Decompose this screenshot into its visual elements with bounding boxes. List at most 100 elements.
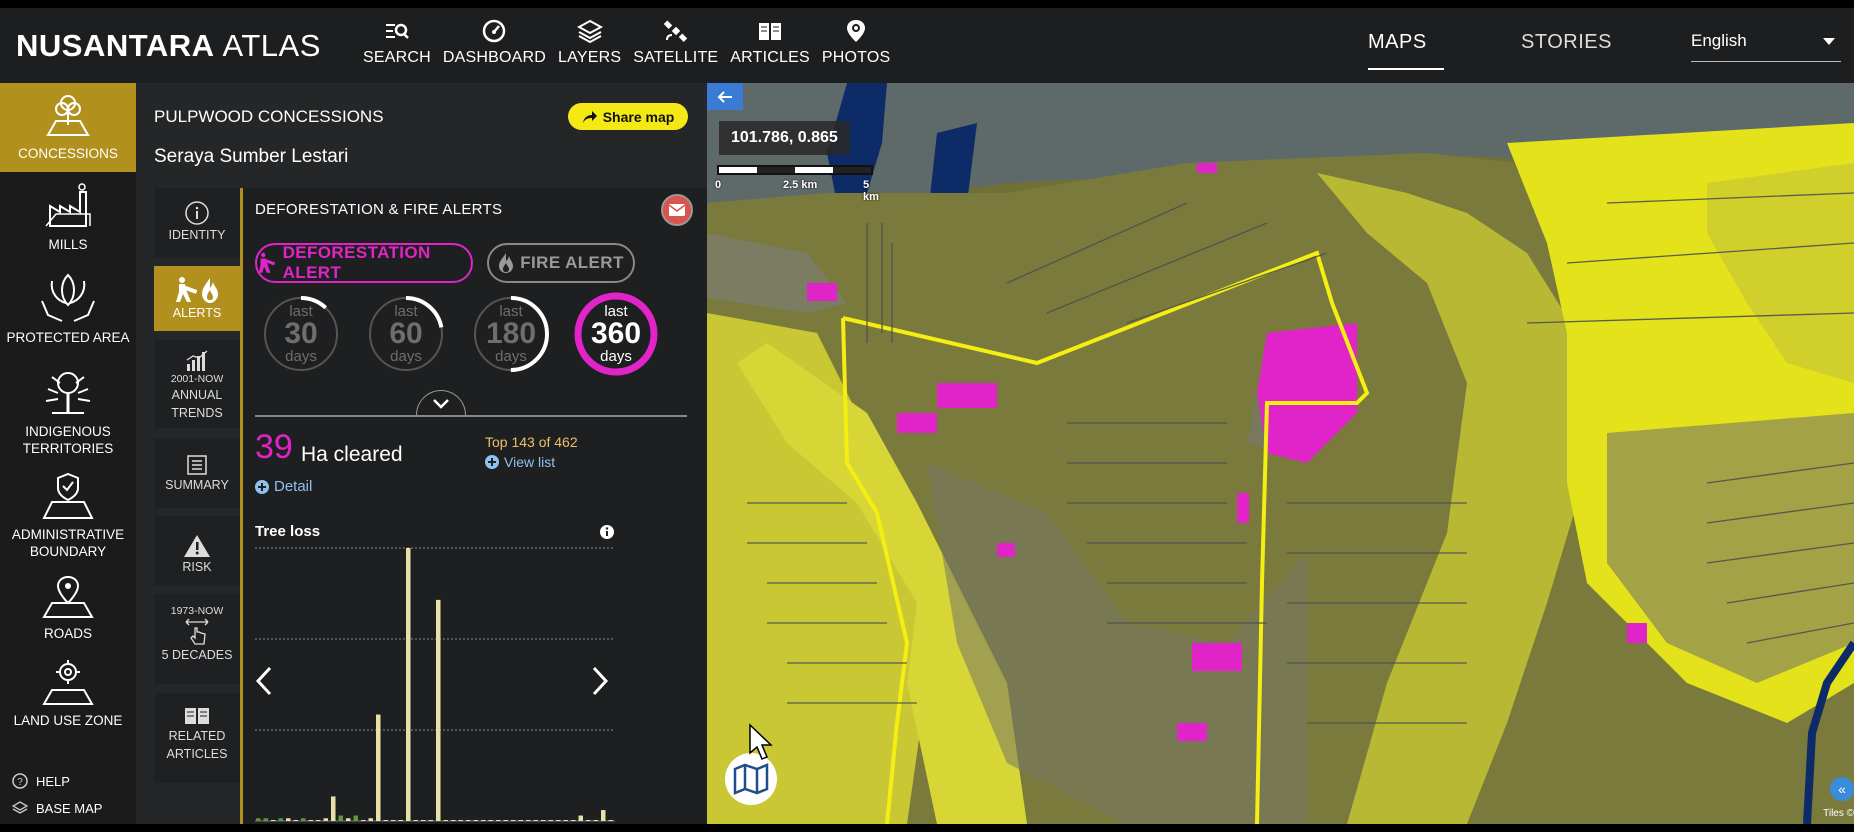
period-360-days[interactable]: last 360 days — [570, 288, 662, 380]
tree-loss-bar — [608, 820, 613, 821]
brand-logo[interactable]: NUSANTARA ATLAS — [16, 28, 321, 64]
scale-bar: 0 2.5 km 5 km — [715, 165, 879, 203]
info-circle-icon — [185, 201, 209, 225]
tree-loss-bar — [293, 820, 298, 821]
bottom-edge — [0, 824, 1854, 832]
nav-articles-label: ARTICLES — [730, 49, 810, 66]
collapse-panel-button[interactable] — [707, 83, 743, 110]
leftnav-label: MILLS — [48, 237, 88, 252]
fire-alert-tab[interactable]: FIRE ALERT — [487, 243, 635, 283]
maps-link[interactable]: MAPS — [1368, 31, 1427, 54]
hands-leaf-icon — [41, 273, 95, 322]
subnav-label: SUMMARY — [165, 478, 229, 492]
gauge-icon — [483, 19, 506, 43]
help-link[interactable]: ? HELP — [12, 773, 70, 789]
tree-loss-bar — [443, 820, 448, 821]
scale-label: 0 — [715, 179, 722, 191]
tree-loss-bar — [601, 810, 606, 821]
nav-search-label: SEARCH — [363, 49, 431, 66]
alerts-chainsaw-fire-icon — [176, 277, 218, 303]
layers-small-icon — [12, 801, 28, 814]
map-canvas[interactable] — [707, 83, 1854, 824]
language-select[interactable]: English — [1691, 28, 1841, 62]
period-value: 360 — [590, 317, 642, 350]
tree-loss-bar — [488, 820, 493, 821]
nav-articles-button[interactable]: ARTICLES — [730, 18, 810, 67]
leftnav-label: INDIGENOUS TERRITORIES — [22, 424, 114, 456]
subnav-label: IDENTITY — [168, 228, 226, 242]
share-map-button[interactable]: Share map — [568, 103, 688, 130]
subnav-annual-trends[interactable]: 2001-NOW ANNUAL TRENDS — [154, 340, 240, 428]
detail-link[interactable]: Detail — [255, 478, 312, 495]
tree-loss-bar — [586, 820, 591, 821]
subnav-risk[interactable]: RISK — [154, 516, 240, 586]
basemap-label: BASE MAP — [36, 800, 103, 816]
leftnav-mills[interactable]: MILLS — [0, 182, 136, 262]
nav-search-button[interactable]: SEARCH — [363, 18, 431, 67]
tree-loss-bar — [563, 820, 568, 821]
map-view[interactable]: 101.786, 0.865 0 2.5 km 5 km « Tiles © — [707, 83, 1854, 824]
caret-down-icon — [1823, 38, 1835, 45]
book-icon — [759, 23, 782, 40]
tree-person-icon — [45, 372, 91, 414]
expand-button[interactable] — [416, 390, 466, 416]
tree-loss-bar — [383, 820, 388, 821]
subnav-date-range: 1973-NOW — [170, 605, 224, 617]
scale-bar-segments — [717, 165, 873, 175]
nav-layers-label: LAYERS — [558, 49, 622, 66]
nav-satellite-button[interactable]: SATELLITE — [633, 18, 718, 67]
subnav-related-articles[interactable]: RELATED ARTICLES — [154, 693, 240, 783]
nav-photos-label: PHOTOS — [821, 49, 891, 66]
nav-dashboard-button[interactable]: DASHBOARD — [443, 18, 546, 67]
basemap-link[interactable]: BASE MAP — [12, 800, 102, 816]
subnav-5-decades[interactable]: 1973-NOW 5 DECADES — [154, 594, 240, 684]
expand-legend-button[interactable]: « — [1830, 777, 1854, 801]
scale-label: 2.5 km — [783, 179, 818, 191]
alerts-content: DEFORESTATION & FIRE ALERTS DEFORESTATIO… — [240, 188, 707, 824]
left-category-nav: CONCESSIONS MILLS PROTECTED AREA INDIGEN… — [0, 83, 136, 824]
brand-bold: NUSANTARA — [16, 28, 214, 63]
tree-loss-bar — [368, 818, 373, 821]
subscribe-email-button[interactable] — [661, 194, 693, 226]
leftnav-concessions[interactable]: CONCESSIONS — [0, 83, 136, 172]
nav-layers-button[interactable]: LAYERS — [558, 18, 621, 67]
tree-loss-bar — [578, 815, 583, 821]
nav-dashboard-label: DASHBOARD — [442, 49, 547, 66]
chart-next-arrow[interactable] — [591, 666, 609, 696]
rank-text: Top 143 of 462 — [485, 434, 578, 450]
tree-loss-bar — [458, 820, 463, 821]
nav-photos-button[interactable]: PHOTOS — [822, 18, 890, 67]
subnav-label: ANNUAL TRENDS — [171, 388, 223, 420]
subnav-label: RISK — [182, 560, 212, 574]
period-30-days[interactable]: last 30 days — [255, 288, 347, 380]
subnav-identity[interactable]: IDENTITY — [154, 188, 240, 258]
leftnav-administrative-boundary[interactable]: ADMINISTRATIVE BOUNDARY — [0, 472, 136, 564]
leftnav-land-use-zone[interactable]: LAND USE ZONE — [0, 658, 136, 732]
deforestation-alert-tab[interactable]: DEFORESTATION ALERT — [255, 243, 473, 283]
subnav-summary[interactable]: SUMMARY — [154, 438, 240, 508]
tree-loss-bar — [466, 820, 471, 821]
arrow-left-icon — [717, 90, 732, 103]
leftnav-indigenous-territories[interactable]: INDIGENOUS TERRITORIES — [0, 369, 136, 461]
view-list-link[interactable]: View list — [485, 454, 555, 470]
brand-thin: ATLAS — [222, 28, 321, 63]
tree-loss-bar — [503, 820, 508, 821]
stories-link[interactable]: STORIES — [1521, 31, 1612, 54]
tree-loss-bar — [451, 820, 456, 821]
bar-chart-icon — [186, 350, 208, 371]
list-box-icon — [187, 455, 207, 475]
tree-loss-bar — [256, 818, 261, 821]
period-60-days[interactable]: last 60 days — [360, 288, 452, 380]
language-value: English — [1691, 31, 1747, 50]
chart-prev-arrow[interactable] — [255, 666, 273, 696]
shield-map-icon — [42, 472, 94, 519]
period-180-days[interactable]: last 180 days — [465, 288, 557, 380]
help-label: HELP — [36, 773, 70, 789]
tree-loss-bar — [526, 820, 531, 821]
subnav-alerts[interactable]: ALERTS — [154, 266, 240, 331]
leftnav-roads[interactable]: ROADS — [0, 575, 136, 649]
divider — [255, 415, 687, 417]
leftnav-protected-area[interactable]: PROTECTED AREA — [0, 271, 136, 357]
tree-loss-bar — [316, 820, 321, 821]
search-list-icon — [385, 23, 409, 39]
